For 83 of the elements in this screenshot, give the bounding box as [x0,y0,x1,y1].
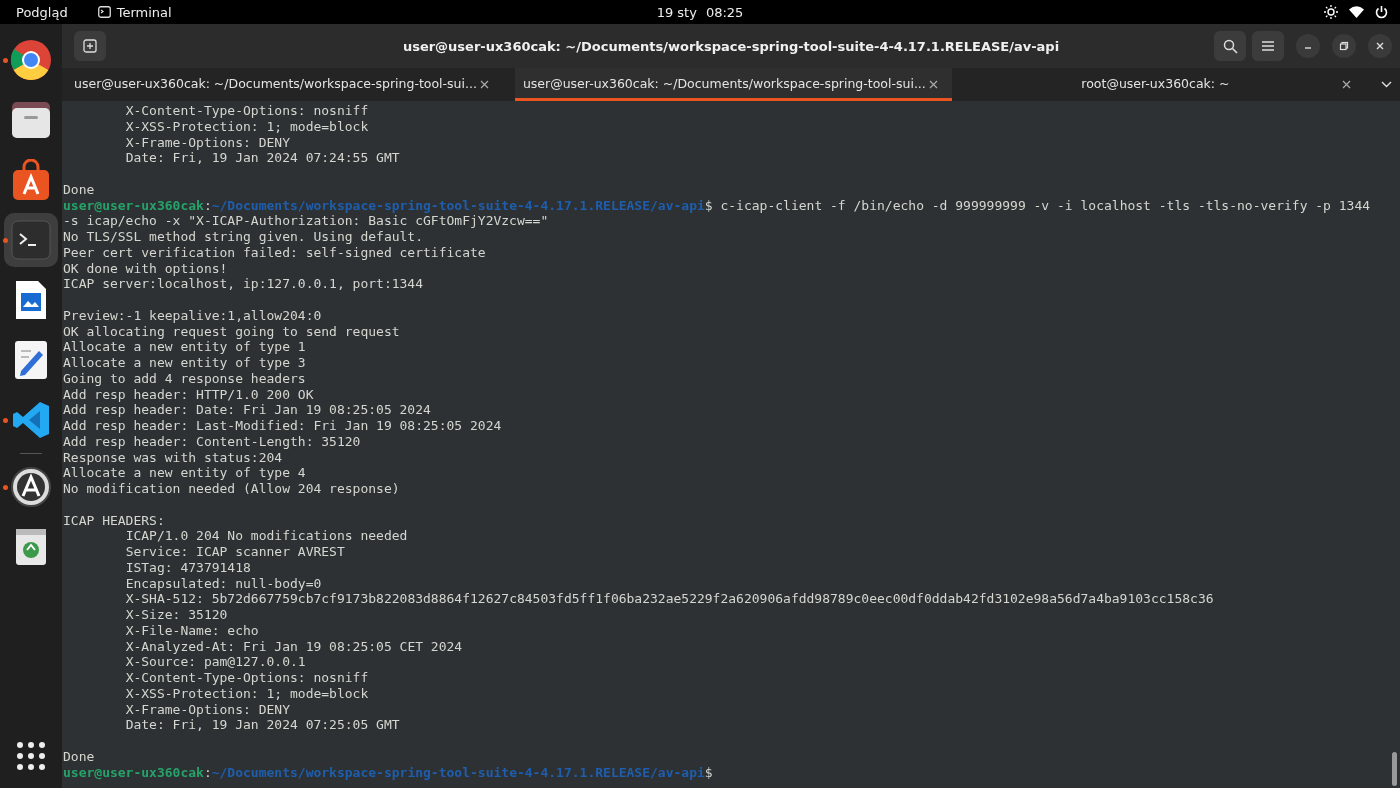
window-title: user@user-ux360cak: ~/Documents/workspace-spring-tool-suite-4-4.17.1.RELEASE/av-api [402,38,1060,54]
terminal-output-line: ICAP/1.0 204 No modifications needed [124,528,409,544]
minimize-button[interactable] [1296,34,1320,58]
prompt-user: user@user-ux360cak [63,197,204,213]
tab[interactable]: user@user-ux360cak: ~/Documents/workspace-spring-tool-sui... [514,68,952,101]
app-grid-icon[interactable] [17,742,45,770]
menu-icon [1261,40,1275,52]
prompt-path: ~/Documents/workspace-spring-tool-suite-4-4.17.1.RELEASE/av-api [211,197,705,213]
terminal-output-line: Add resp header: Date: Fri Jan 19 08:25:05 2024 [63,402,432,418]
shopping-bag-icon [11,159,51,201]
terminal-output-line: Date: Fri, 19 Jan 2024 07:25:05 GMT [124,717,401,733]
folder-icon [10,100,52,140]
terminal-output-line: X-XSS-Protection: 1; mode=block [124,685,370,702]
menu-button[interactable] [1252,31,1284,61]
prompt-path: ~/Documents/workspace-spring-tool-suite-4-4.17.1.RELEASE/av-api [211,764,705,780]
terminal-output-line: X-Content-Type-Options: nosniff [124,670,370,686]
terminal-output-line: X-Size: 35120 [124,607,229,623]
terminal-output-line: X-Frame-Options: DENY [124,701,291,718]
tab[interactable]: root@user-ux360cak: ~ [963,68,1365,101]
terminal-output-line: Allocate a new entity of type 4 [63,465,307,481]
browser-icon [9,38,53,82]
close-button[interactable] [1368,34,1392,58]
terminal-output-line: No modification needed (Allow 204 response) [63,481,401,497]
trash-icon [14,527,48,567]
prompt-separator: : [203,764,212,780]
brightness-icon[interactable] [1324,5,1338,19]
terminal-output-line: ICAP HEADERS: [63,512,166,529]
terminal-output-line: OK allocating request going to send request [63,323,401,340]
terminal-output-line: X-Content-Type-Options: nosniff [124,103,370,119]
close-icon[interactable] [928,80,938,89]
terminal-output-line: X-Source: pam@127.0.0.1 [124,654,307,670]
terminal-output-line: Peer cert verification failed: self-signed certificate [63,244,487,261]
terminal-output-line: OK done with options! [63,260,229,277]
search-icon [1222,38,1238,54]
terminal-output-line: X-File-Name: echo [124,622,260,639]
terminal-output-line: Add resp header: HTTP/1.0 200 OK [63,386,315,403]
command-text: c-icap-client -f /bin/echo -d 999999999 -v -i localhost -tls -tls-no-verify -p 1344 [719,197,1371,213]
wifi-icon[interactable] [1349,6,1364,18]
search-button[interactable] [1214,31,1246,61]
tab[interactable]: user@user-ux360cak: ~/Documents/workspace-spring-tool-sui... [66,68,503,101]
terminal-output-line: X-Frame-Options: DENY [124,134,291,151]
terminal-output-line: X-Analyzed-At: Fri Jan 19 08:25:05 CET 2024 [124,638,464,655]
app-icon [10,466,52,508]
terminal-output-line: Allocate a new entity of type 3 [63,355,307,371]
prompt-user: user@user-ux360cak [63,764,204,780]
app-menu[interactable]: Terminal [97,4,172,20]
close-icon[interactable] [1342,80,1351,89]
terminal-output-line: Done [63,748,96,765]
prompt-symbol: $ [704,197,713,213]
terminal-output-line: ISTag: 473791418 [124,559,252,576]
clock[interactable]: 19 sty 08:25 [656,4,744,20]
notepad-icon [13,339,49,381]
terminal-output-line: Encapsulated: null-body=0 [124,575,323,592]
scrollbar[interactable] [1392,752,1397,786]
terminal-output-line: Going to add 4 response headers [63,370,307,387]
add-tab-icon [83,39,97,53]
power-icon[interactable] [1375,5,1388,19]
terminal-output-line: ICAP server:localhost, ip:127.0.0.1, port:1344 [63,276,425,292]
code-editor-icon [11,400,51,440]
prompt-separator: : [203,197,212,213]
terminal-output-line: Add resp header: Last-Modified: Fri Jan 19 08:25:05 2024 [63,418,503,434]
prompt-symbol: $ [704,764,713,780]
terminal-output-line: X-XSS-Protection: 1; mode=block [124,118,370,135]
maximize-button[interactable] [1332,34,1356,58]
terminal-output-line: -s icap/echo -x "X-ICAP-Authorization: Basic cGFtOmFjY2Vzcw==" [63,213,550,229]
terminal-output-line: Allocate a new entity of type 1 [63,339,307,355]
close-icon [1375,41,1385,51]
terminal-output-line: No TLS/SSL method string given. Using default. [63,229,425,245]
new-tab-button[interactable] [74,31,106,61]
terminal-output-line: Add resp header: Content-Length: 35120 [63,433,362,450]
chevron-down-icon[interactable] [1381,81,1392,88]
terminal-output-line: Response was with status:204 [63,449,284,466]
terminal-output-line: Done [63,181,96,198]
activities-button[interactable]: Podgląd [16,4,68,20]
terminal-output-line: Preview:-1 keepalive:1,allow204:0 [63,307,323,324]
restore-icon [1339,41,1349,51]
terminal-icon [97,6,111,18]
document-icon [14,279,48,321]
terminal-output-line: Date: Fri, 19 Jan 2024 07:24:55 GMT [124,150,401,166]
terminal-icon [11,220,51,260]
close-icon[interactable] [479,80,489,89]
terminal-output-line: Service: ICAP scanner AVREST [124,544,346,560]
terminal-output-line: X-SHA-512: 5b72d667759cb7cf9173b822083d8864f12627c84503fd5ff1f06ba232ae5229f2a620906afdd98789c0eec00df0ddab42fd3102e98a56d7a4ba9103cc158c36 [124,591,1215,607]
